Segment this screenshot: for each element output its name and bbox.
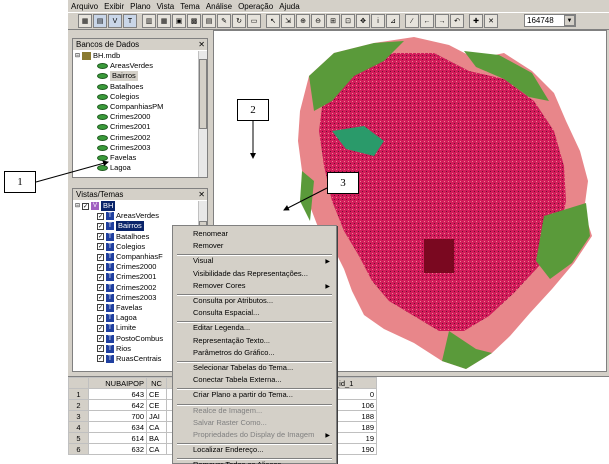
arrow-1 [35,160,109,183]
callout-arrows [35,121,328,211]
arrow-3 [283,187,328,211]
